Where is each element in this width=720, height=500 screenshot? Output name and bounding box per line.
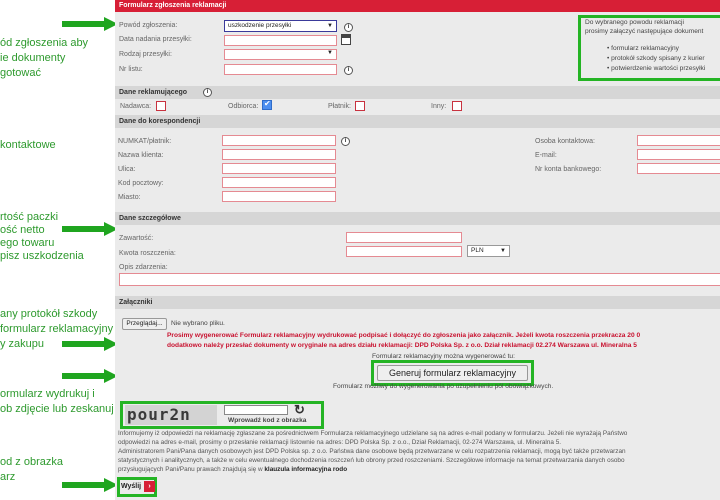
refresh-icon[interactable]: ↻: [294, 402, 305, 418]
payer-label: Płatnik:: [328, 103, 351, 110]
attachments-section-header: Załączniki: [115, 296, 720, 309]
chevron-down-icon: ▼: [500, 248, 506, 254]
client-name-label: Nazwa klienta:: [118, 152, 164, 159]
contact-person-field[interactable]: [637, 135, 720, 146]
chevron-down-icon: ▼: [327, 50, 333, 56]
parcel-type-select[interactable]: ▼: [224, 49, 337, 60]
payer-checkbox[interactable]: [355, 101, 365, 111]
annotation-arrow-icon: [62, 478, 120, 492]
legal-line-3: Administratorem Pani/Pana danych osobowy…: [118, 448, 626, 455]
send-button[interactable]: Wyślij ›: [121, 481, 156, 493]
captcha-image: pour2n: [125, 405, 217, 425]
notice-item: • protokół szkody spisany z kurier: [607, 55, 705, 62]
parcel-type-label: Rodzaj przesyłki:: [119, 51, 172, 58]
notice-line-1: Do wybranego powodu reklamacji: [585, 19, 684, 26]
other-label: Inny:: [431, 103, 447, 110]
currency-select[interactable]: PLN ▼: [467, 245, 510, 257]
send-date-field[interactable]: [224, 35, 337, 46]
legal-line-2: odpowiedzi na adres e-mail, prosimy o pr…: [118, 439, 562, 446]
street-field[interactable]: [222, 163, 336, 174]
generate-form-button[interactable]: Generuj formularz reklamacyjny: [377, 365, 528, 381]
reason-select[interactable]: uszkodzenie przesyłki ▼: [224, 20, 337, 32]
notice-item: • potwierdzenie wartości przesyłki: [607, 65, 706, 72]
content-label: Zawartość:: [119, 235, 154, 242]
recipient-checkbox[interactable]: [262, 99, 272, 110]
attachment-warning-line-2: dodatkowo należy przesłać dokumenty w or…: [167, 342, 637, 349]
city-label: Miasto:: [118, 194, 141, 201]
legal-line-5: przysługujących Pani/Panu prawach znajdu…: [118, 466, 348, 473]
no-file-label: Nie wybrano pliku.: [171, 320, 225, 327]
info-icon[interactable]: i: [341, 137, 350, 146]
annotation-arrow-icon: [62, 17, 120, 31]
captcha-label: Wprowadź kod z obrazka: [228, 417, 307, 424]
annotation-arrow-icon: [62, 222, 120, 236]
description-field[interactable]: [119, 273, 720, 286]
recipient-label: Odbiorca:: [228, 103, 259, 110]
chevron-down-icon: ▼: [327, 23, 333, 29]
waybill-label: Nr listu:: [119, 66, 143, 73]
amount-field[interactable]: [346, 246, 462, 257]
notice-item: • formularz reklamacyjny: [607, 45, 679, 52]
info-icon[interactable]: i: [344, 66, 353, 75]
city-field[interactable]: [222, 191, 336, 202]
other-checkbox[interactable]: [452, 101, 462, 111]
annotation-arrow-icon: [62, 369, 120, 383]
bank-account-label: Nr konta bankowego:: [535, 166, 602, 173]
info-icon[interactable]: i: [203, 88, 212, 97]
send-date-label: Data nadania przesyłki:: [119, 36, 192, 43]
street-label: Ulica:: [118, 166, 136, 173]
content-field[interactable]: [346, 232, 462, 243]
contact-person-label: Osoba kontaktowa:: [535, 138, 595, 145]
bank-account-field[interactable]: [637, 163, 720, 174]
captcha-field[interactable]: [224, 405, 288, 415]
correspondence-section-header: Dane do korespondencji: [115, 115, 720, 128]
numkat-field[interactable]: [222, 135, 336, 146]
client-name-field[interactable]: [222, 149, 336, 160]
numkat-label: NUMKAT/płatnik:: [118, 138, 172, 145]
details-section-header: Dane szczegółowe: [115, 212, 720, 225]
form-title: Formularz zgłoszenia reklamacji: [115, 0, 720, 12]
reason-label: Powód zgłoszenia:: [119, 22, 178, 29]
sender-checkbox[interactable]: [156, 101, 166, 111]
legal-line-4: statystycznych i analitycznych, a także …: [118, 457, 625, 464]
annotation-note-2: kontaktowe: [0, 139, 56, 151]
legal-line-1: Informujemy iż odpowiedzi na reklamację …: [118, 430, 628, 437]
generate-note: Formularz możliwy do wygenerowania po uz…: [333, 383, 554, 390]
arrow-right-icon: ›: [144, 481, 156, 492]
notice-line-2: prosimy załączyć następujące dokument: [585, 28, 704, 35]
browse-file-button[interactable]: Przeglądaj...: [122, 318, 167, 330]
attachment-warning-line-1: Prosimy wygenerować Formularz reklamacyj…: [167, 332, 641, 339]
email-label: E-mail:: [535, 152, 557, 159]
description-label: Opis zdarzenia:: [119, 264, 168, 271]
sender-label: Nadawca:: [120, 103, 152, 110]
postal-code-label: Kod pocztowy:: [118, 180, 164, 187]
rodo-clause-link[interactable]: klauzula informacyjna rodo: [264, 466, 347, 473]
postal-code-field[interactable]: [222, 177, 336, 188]
waybill-field[interactable]: [224, 64, 337, 75]
info-icon[interactable]: i: [344, 23, 353, 32]
amount-label: Kwota roszczenia:: [119, 250, 176, 257]
calendar-icon[interactable]: [341, 34, 351, 45]
email-field[interactable]: [637, 149, 720, 160]
complaint-form: Formularz zgłoszenia reklamacji Powód zg…: [115, 0, 720, 500]
annotation-arrow-icon: [62, 337, 120, 351]
generate-hint: Formularz reklamacyjny można wygenerować…: [372, 353, 515, 360]
